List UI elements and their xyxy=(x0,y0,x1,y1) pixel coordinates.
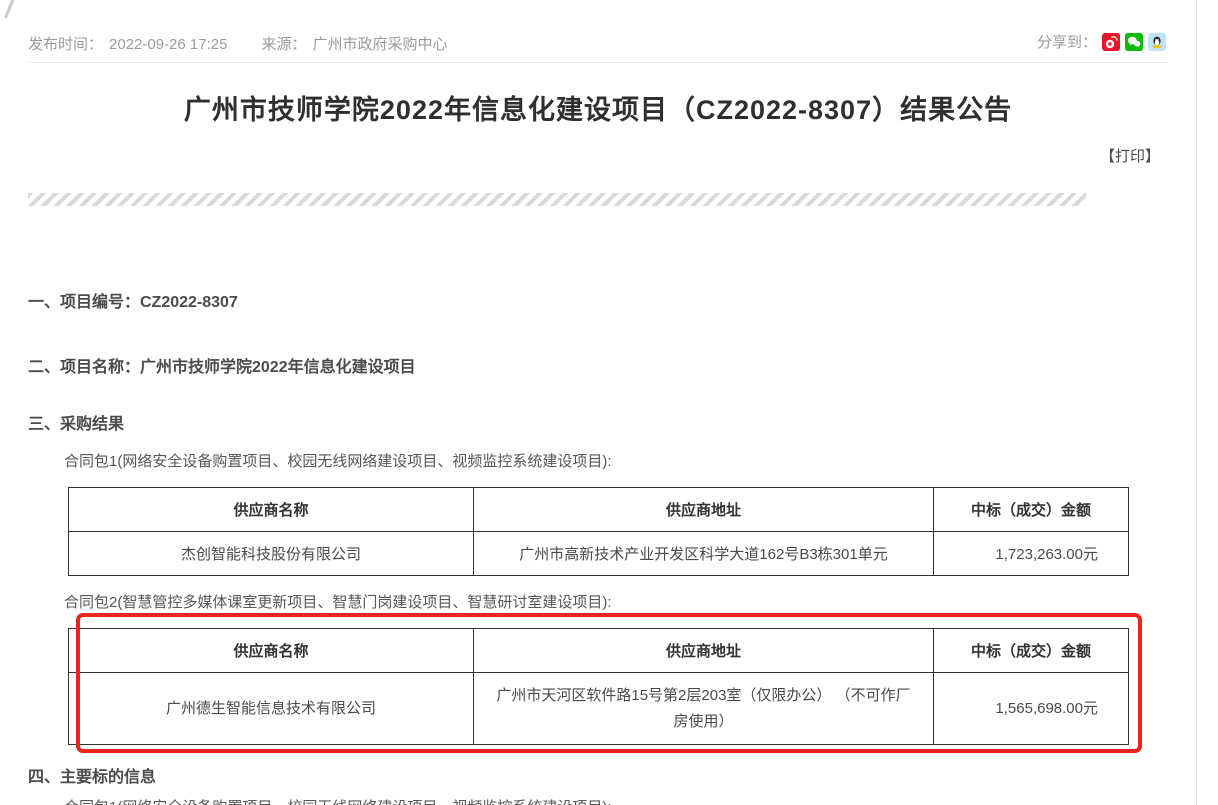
header-award-amount: 中标（成交）金额 xyxy=(934,488,1129,532)
announcement-page: 发布时间： 2022-09-26 17:25 来源： 广州市政府采购中心 分享到： 广… xyxy=(0,0,1218,805)
table-header-row: 供应商名称 供应商地址 中标（成交）金额 xyxy=(69,488,1129,532)
cell-supplier-address: 广州市高新技术产业开发区科学大道162号B3栋301单元 xyxy=(474,532,934,576)
header-supplier-address: 供应商地址 xyxy=(474,488,934,532)
cell-supplier-address: 广州市天河区软件路15号第2层203室（仅限办公） （不可作厂房使用） xyxy=(474,673,934,745)
share-bar: 分享到： xyxy=(1037,31,1166,52)
section-project-number: 一、项目编号：CZ2022-8307 xyxy=(28,288,238,312)
table-row: 广州德生智能信息技术有限公司 广州市天河区软件路15号第2层203室（仅限办公）… xyxy=(69,673,1129,745)
corner-stripe-mark xyxy=(4,0,15,19)
page-title: 广州市技师学院2022年信息化建设项目（CZ2022-8307）结果公告 xyxy=(0,88,1196,127)
section-procurement-result: 三、采购结果 xyxy=(28,410,124,434)
meta-bar: 发布时间： 2022-09-26 17:25 来源： 广州市政府采购中心 xyxy=(28,33,1168,55)
weibo-icon[interactable] xyxy=(1102,33,1120,51)
package1-result-table: 供应商名称 供应商地址 中标（成交）金额 杰创智能科技股份有限公司 广州市高新技… xyxy=(68,487,1129,576)
table-header-row: 供应商名称 供应商地址 中标（成交）金额 xyxy=(69,629,1129,673)
header-supplier-address: 供应商地址 xyxy=(474,629,934,673)
meta-divider xyxy=(28,62,1168,63)
qq-icon[interactable] xyxy=(1148,33,1166,51)
cell-award-amount: 1,565,698.00元 xyxy=(934,673,1129,745)
share-label: 分享到： xyxy=(1037,31,1097,52)
clipped-bottom-text: 合同包1(网络安全设备购置项目、校园无线网络建设项目、视频监控系统建设项目): xyxy=(64,796,612,805)
cell-supplier-name: 杰创智能科技股份有限公司 xyxy=(69,532,474,576)
package2-result-table: 供应商名称 供应商地址 中标（成交）金额 广州德生智能信息技术有限公司 广州市天… xyxy=(68,628,1129,745)
publish-time-label: 发布时间： xyxy=(28,36,103,53)
publish-time-value: 2022-09-26 17:25 xyxy=(109,36,227,53)
section-project-name: 二、项目名称：广州市技师学院2022年信息化建设项目 xyxy=(28,353,416,377)
section-main-subject-info: 四、主要标的信息 xyxy=(28,763,156,787)
source-value: 广州市政府采购中心 xyxy=(312,36,447,53)
package1-intro: 合同包1(网络安全设备购置项目、校园无线网络建设项目、视频监控系统建设项目): xyxy=(64,450,612,471)
table-row: 杰创智能科技股份有限公司 广州市高新技术产业开发区科学大道162号B3栋301单… xyxy=(69,532,1129,576)
cell-supplier-name: 广州德生智能信息技术有限公司 xyxy=(69,673,474,745)
page-right-border xyxy=(1196,0,1197,805)
cell-award-amount: 1,723,263.00元 xyxy=(934,532,1129,576)
header-award-amount: 中标（成交）金额 xyxy=(934,629,1129,673)
wechat-icon[interactable] xyxy=(1125,33,1143,51)
hatched-divider xyxy=(28,193,1086,206)
package2-intro: 合同包2(智慧管控多媒体课室更新项目、智慧门岗建设项目、智慧研讨室建设项目): xyxy=(64,591,612,612)
print-button[interactable]: 【打印】 xyxy=(1100,145,1160,166)
header-supplier-name: 供应商名称 xyxy=(69,629,474,673)
header-supplier-name: 供应商名称 xyxy=(69,488,474,532)
source-label: 来源： xyxy=(261,36,306,53)
